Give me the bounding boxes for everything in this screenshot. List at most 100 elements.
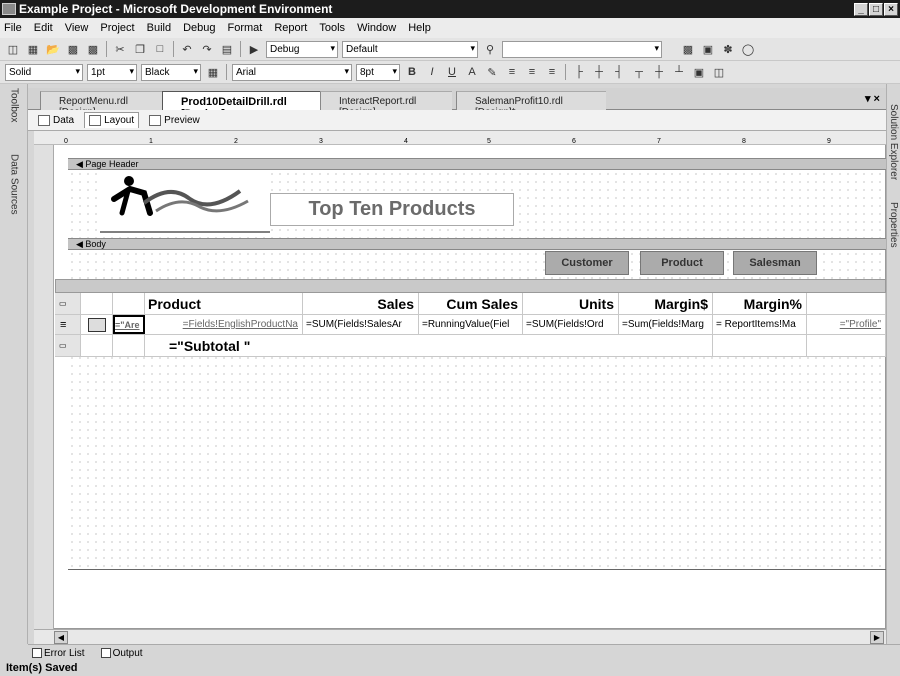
- header-row-handle[interactable]: ▭: [55, 293, 81, 314]
- menu-format[interactable]: Format: [228, 22, 263, 34]
- report-table[interactable]: ▭ Product Sales Cum Sales Units Margin$ …: [55, 279, 886, 359]
- horizontal-spacing-icon[interactable]: ◫: [711, 64, 727, 80]
- customer-button[interactable]: Customer: [545, 251, 629, 275]
- find-icon[interactable]: ⚲: [482, 41, 498, 57]
- configuration-select[interactable]: Debug: [266, 40, 338, 58]
- header-cell-blank[interactable]: [113, 293, 145, 314]
- border-width-select[interactable]: 1pt: [87, 63, 137, 81]
- detail-cell-cum-sales[interactable]: =RunningValue(Fiel: [419, 315, 523, 334]
- footer-cell-blank[interactable]: [81, 335, 113, 356]
- class-view-icon[interactable]: ◯: [740, 41, 756, 57]
- menu-tools[interactable]: Tools: [319, 22, 345, 34]
- header-cell-blank[interactable]: [807, 293, 886, 314]
- tab-layout[interactable]: Layout: [84, 112, 140, 128]
- tab-interactreport[interactable]: InteractReport.rdl [Design]: [320, 91, 452, 118]
- undo-icon[interactable]: ↶: [179, 41, 195, 57]
- borders-icon[interactable]: ▦: [205, 64, 221, 80]
- menu-build[interactable]: Build: [147, 22, 171, 34]
- footer-row-handle[interactable]: ▭: [55, 335, 81, 356]
- tab-data[interactable]: Data: [34, 113, 78, 128]
- italic-icon[interactable]: I: [424, 64, 440, 80]
- align-center-icon[interactable]: ≡: [524, 64, 540, 80]
- table-column-handles[interactable]: [55, 279, 886, 293]
- detail-cell-sales[interactable]: =SUM(Fields!SalesAr: [303, 315, 419, 334]
- solution-explorer-icon[interactable]: ▩: [680, 41, 696, 57]
- scroll-right-icon[interactable]: ▶: [870, 631, 884, 644]
- fill-color-icon[interactable]: ✎: [484, 64, 500, 80]
- scroll-left-icon[interactable]: ◀: [54, 631, 68, 644]
- footer-cell-blank[interactable]: [807, 335, 886, 356]
- table-header-row[interactable]: ▭ Product Sales Cum Sales Units Margin$ …: [55, 293, 886, 315]
- minimize-button[interactable]: _: [854, 2, 868, 16]
- save-all-icon[interactable]: ▩: [85, 41, 101, 57]
- properties-icon[interactable]: ▣: [700, 41, 716, 57]
- menu-file[interactable]: File: [4, 22, 22, 34]
- tab-prod10detaildrill[interactable]: Prod10DetailDrill.rdl [Design]: [162, 91, 322, 120]
- detail-cell-units[interactable]: =SUM(Fields!Ord: [523, 315, 619, 334]
- body-band[interactable]: ◀ Body: [68, 238, 886, 250]
- align-rights-icon[interactable]: ┤: [611, 64, 627, 80]
- new-project-icon[interactable]: ◫: [5, 41, 21, 57]
- navigate-icon[interactable]: ▤: [219, 41, 235, 57]
- toolbox-icon[interactable]: ✽: [720, 41, 736, 57]
- tab-reportmenu[interactable]: ReportMenu.rdl [Design]: [40, 91, 166, 118]
- header-cell-margin-percent[interactable]: Margin%: [713, 293, 807, 314]
- save-icon[interactable]: ▩: [65, 41, 81, 57]
- toolbox-tab[interactable]: Toolbox: [3, 88, 25, 148]
- redo-icon[interactable]: ↷: [199, 41, 215, 57]
- report-title-textbox[interactable]: Top Ten Products: [270, 193, 514, 226]
- menu-debug[interactable]: Debug: [183, 22, 215, 34]
- align-centers-icon[interactable]: ┼: [591, 64, 607, 80]
- cut-icon[interactable]: ✂: [112, 41, 128, 57]
- align-lefts-icon[interactable]: ├: [571, 64, 587, 80]
- tab-salemanprofit10[interactable]: SalemanProfit10.rdl [Design]*: [456, 91, 606, 118]
- border-style-select[interactable]: Solid: [5, 63, 83, 81]
- header-cell-sales[interactable]: Sales: [303, 293, 419, 314]
- header-cell-units[interactable]: Units: [523, 293, 619, 314]
- align-middles-icon[interactable]: ┼: [651, 64, 667, 80]
- border-color-select[interactable]: Black: [141, 63, 201, 81]
- cyclist-logo-image[interactable]: [100, 173, 270, 233]
- align-bottoms-icon[interactable]: ┴: [671, 64, 687, 80]
- detail-row-handle[interactable]: ≡: [55, 315, 81, 334]
- salesman-button[interactable]: Salesman: [733, 251, 817, 275]
- underline-icon[interactable]: U: [444, 64, 460, 80]
- bold-icon[interactable]: B: [404, 64, 420, 80]
- same-size-icon[interactable]: ▣: [691, 64, 707, 80]
- footer-cell-blank[interactable]: [113, 335, 145, 356]
- header-cell-product[interactable]: Product: [145, 293, 303, 314]
- table-footer-row[interactable]: ▭ ="Subtotal ": [55, 335, 886, 357]
- paste-icon[interactable]: □: [152, 41, 168, 57]
- restore-button[interactable]: □: [869, 2, 883, 16]
- properties-tab[interactable]: Properties: [887, 202, 900, 262]
- footer-cell-blank[interactable]: [713, 335, 807, 356]
- detail-cell-area[interactable]: ="Are: [113, 315, 145, 334]
- open-icon[interactable]: 📂: [45, 41, 61, 57]
- align-left-icon[interactable]: ≡: [504, 64, 520, 80]
- menu-report[interactable]: Report: [274, 22, 307, 34]
- data-sources-tab[interactable]: Data Sources: [3, 154, 25, 234]
- page-header-band[interactable]: ◀ Page Header: [68, 158, 886, 170]
- align-tops-icon[interactable]: ┬: [631, 64, 647, 80]
- menu-help[interactable]: Help: [408, 22, 431, 34]
- horizontal-scrollbar[interactable]: ◀ ▶: [34, 629, 886, 644]
- menu-project[interactable]: Project: [100, 22, 134, 34]
- font-color-icon[interactable]: A: [464, 64, 480, 80]
- tab-preview[interactable]: Preview: [145, 113, 204, 128]
- menu-view[interactable]: View: [65, 22, 89, 34]
- header-cell-cum-sales[interactable]: Cum Sales: [419, 293, 523, 314]
- add-item-icon[interactable]: ▦: [25, 41, 41, 57]
- align-right-icon[interactable]: ≡: [544, 64, 560, 80]
- header-cell-margin-dollars[interactable]: Margin$: [619, 293, 713, 314]
- close-button[interactable]: ×: [884, 2, 898, 16]
- platform-select[interactable]: Default: [342, 40, 478, 58]
- footer-cell-subtotal[interactable]: ="Subtotal ": [145, 335, 713, 356]
- close-document-icon[interactable]: ▾ ×: [865, 92, 880, 105]
- copy-icon[interactable]: ❐: [132, 41, 148, 57]
- font-select[interactable]: Arial: [232, 63, 352, 81]
- table-detail-row[interactable]: ≡ ="Are =Fields!EnglishProductNa =SUM(Fi…: [55, 315, 886, 335]
- find-combo[interactable]: [502, 40, 662, 58]
- detail-cell-margin-dollars[interactable]: =Sum(Fields!Marg: [619, 315, 713, 334]
- error-list-tab[interactable]: Error List: [32, 648, 93, 659]
- header-cell-blank[interactable]: [81, 293, 113, 314]
